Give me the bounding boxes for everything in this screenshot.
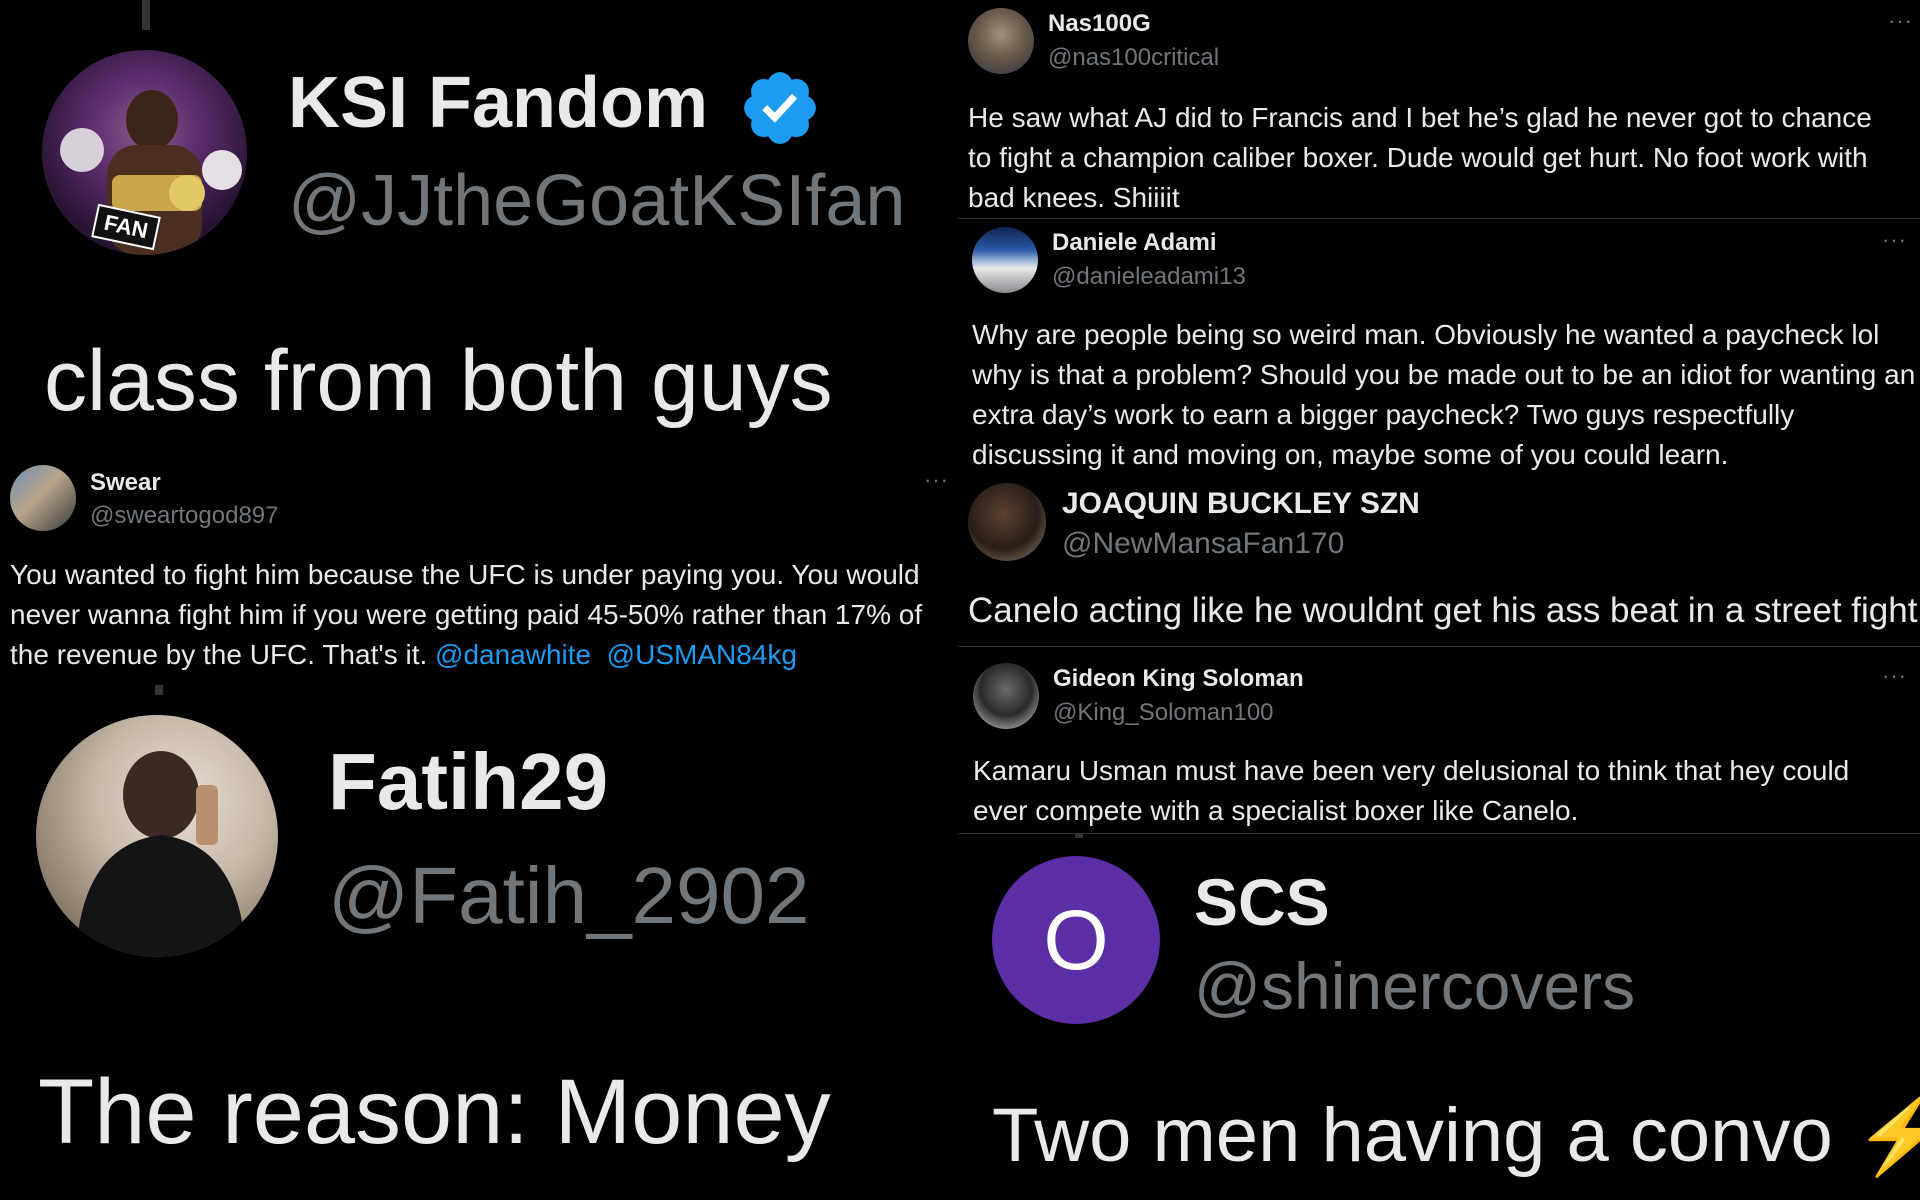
user-handle[interactable]: @shinercovers — [1194, 948, 1635, 1024]
more-options-button[interactable]: ··· — [924, 467, 949, 493]
thread-line — [155, 685, 163, 695]
tweet-text: The reason: Money — [38, 1061, 831, 1163]
tweet-text: Kamaru Usman must have been very delusio… — [973, 755, 1850, 826]
avatar[interactable] — [968, 8, 1034, 74]
more-options-button[interactable]: ··· — [1882, 227, 1907, 253]
user-handle[interactable]: @sweartogod897 — [90, 502, 278, 530]
user-handle[interactable]: @nas100critical — [1048, 44, 1219, 72]
tweet-joaquin-buckley: JOAQUIN BUCKLEY SZN @NewMansaFan170 Cane… — [958, 477, 1920, 646]
user-handle[interactable]: @Fatih_2902 — [328, 850, 810, 942]
tweet-ksi-fandom: FAN KSI Fandom @JJtheGoatKSIfan class fr… — [0, 0, 955, 455]
tweet-gideon-king-soloman: Gideon King Soloman @King_Soloman100 ···… — [958, 647, 1920, 833]
display-name[interactable]: Gideon King Soloman — [1053, 665, 1304, 693]
user-handle[interactable]: @King_Soloman100 — [1053, 699, 1274, 727]
more-options-button[interactable]: ··· — [1882, 663, 1907, 689]
tweet-text: class from both guys — [44, 333, 833, 429]
avatar[interactable] — [968, 483, 1046, 561]
tweet-scs: O SCS @shinercovers Two men having a con… — [958, 834, 1920, 1200]
user-handle[interactable]: @JJtheGoatKSIfan — [288, 160, 905, 242]
display-name[interactable]: SCS — [1194, 864, 1330, 940]
display-name[interactable]: KSI Fandom — [288, 62, 708, 144]
avatar[interactable] — [972, 227, 1038, 293]
avatar[interactable]: O — [992, 856, 1160, 1024]
tweet-daniele-adami: Daniele Adami @danieleadami13 ··· Why ar… — [958, 219, 1920, 477]
more-options-button[interactable]: ··· — [1888, 8, 1913, 34]
avatar[interactable] — [36, 715, 278, 957]
user-handle[interactable]: @danieleadami13 — [1052, 263, 1246, 291]
tweet-text: You wanted to fight him because the UFC … — [10, 555, 955, 675]
display-name[interactable]: Fatih29 — [328, 736, 608, 828]
display-name[interactable]: Nas100G — [1048, 10, 1151, 38]
avatar[interactable] — [10, 465, 76, 531]
tweet-nas100g: Nas100G @nas100critical ··· He saw what … — [958, 0, 1920, 218]
tweet-text: He saw what AJ did to Francis and I bet … — [968, 102, 1872, 213]
avatar[interactable]: FAN — [42, 50, 247, 255]
mention-link-usman[interactable]: @USMAN84kg — [607, 639, 797, 670]
verified-badge-icon — [738, 66, 822, 150]
avatar-letter: O — [1043, 892, 1109, 987]
tweet-swear: Swear @sweartogod897 ··· You wanted to f… — [0, 455, 955, 680]
thread-line — [1075, 834, 1083, 838]
thread-line — [142, 0, 150, 30]
display-name[interactable]: Daniele Adami — [1052, 229, 1217, 257]
tweet-fatih29: Fatih29 @Fatih_2902 The reason: Money — [0, 680, 955, 1200]
avatar[interactable] — [973, 663, 1039, 729]
user-handle[interactable]: @NewMansaFan170 — [1062, 527, 1344, 561]
person-photo-icon — [76, 751, 246, 957]
mention-link-danawhite[interactable]: @danawhite — [435, 639, 591, 670]
display-name[interactable]: JOAQUIN BUCKLEY SZN — [1062, 487, 1420, 521]
tweet-text: Two men having a convo ⚡ — [992, 1093, 1920, 1178]
tweet-text: Why are people being so weird man. Obvio… — [972, 319, 1916, 470]
display-name[interactable]: Swear — [90, 469, 161, 497]
tweet-text: Canelo acting like he wouldnt get his as… — [968, 591, 1918, 630]
